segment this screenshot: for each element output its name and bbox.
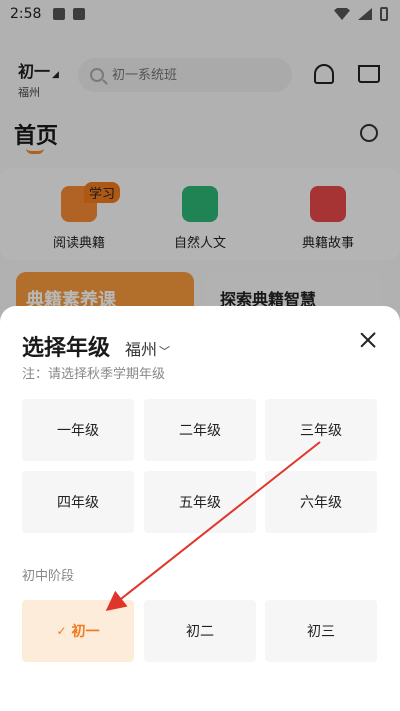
section-label-middle: 初中阶段: [22, 569, 75, 584]
close-icon[interactable]: [356, 328, 380, 352]
grade-picker-sheet: 选择年级 福州 ﹀ 注：请选择秋季学期年级 一年级 二年级 三年级 四年级 五年级…: [0, 306, 400, 711]
grade-option-chu3[interactable]: 初三: [265, 600, 377, 662]
grade-option-5[interactable]: 五年级: [144, 471, 256, 533]
grade-option-3[interactable]: 三年级: [265, 399, 377, 461]
grade-option-chu2[interactable]: 初二: [144, 600, 256, 662]
grade-option-4[interactable]: 四年级: [22, 471, 134, 533]
city-label: 福州: [125, 340, 158, 359]
check-icon: ✓: [56, 624, 67, 638]
grade-label: 初一: [71, 624, 100, 640]
grade-option-2[interactable]: 二年级: [144, 399, 256, 461]
city-selector[interactable]: 福州 ﹀: [125, 336, 170, 360]
grade-option-6[interactable]: 六年级: [265, 471, 377, 533]
sheet-title: 选择年级: [22, 336, 111, 361]
chevron-down-icon: ﹀: [159, 345, 171, 358]
sheet-note: 注：请选择秋季学期年级: [22, 367, 166, 382]
grade-option-chu1[interactable]: ✓ 初一: [22, 600, 134, 662]
grade-option-1[interactable]: 一年级: [22, 399, 134, 461]
